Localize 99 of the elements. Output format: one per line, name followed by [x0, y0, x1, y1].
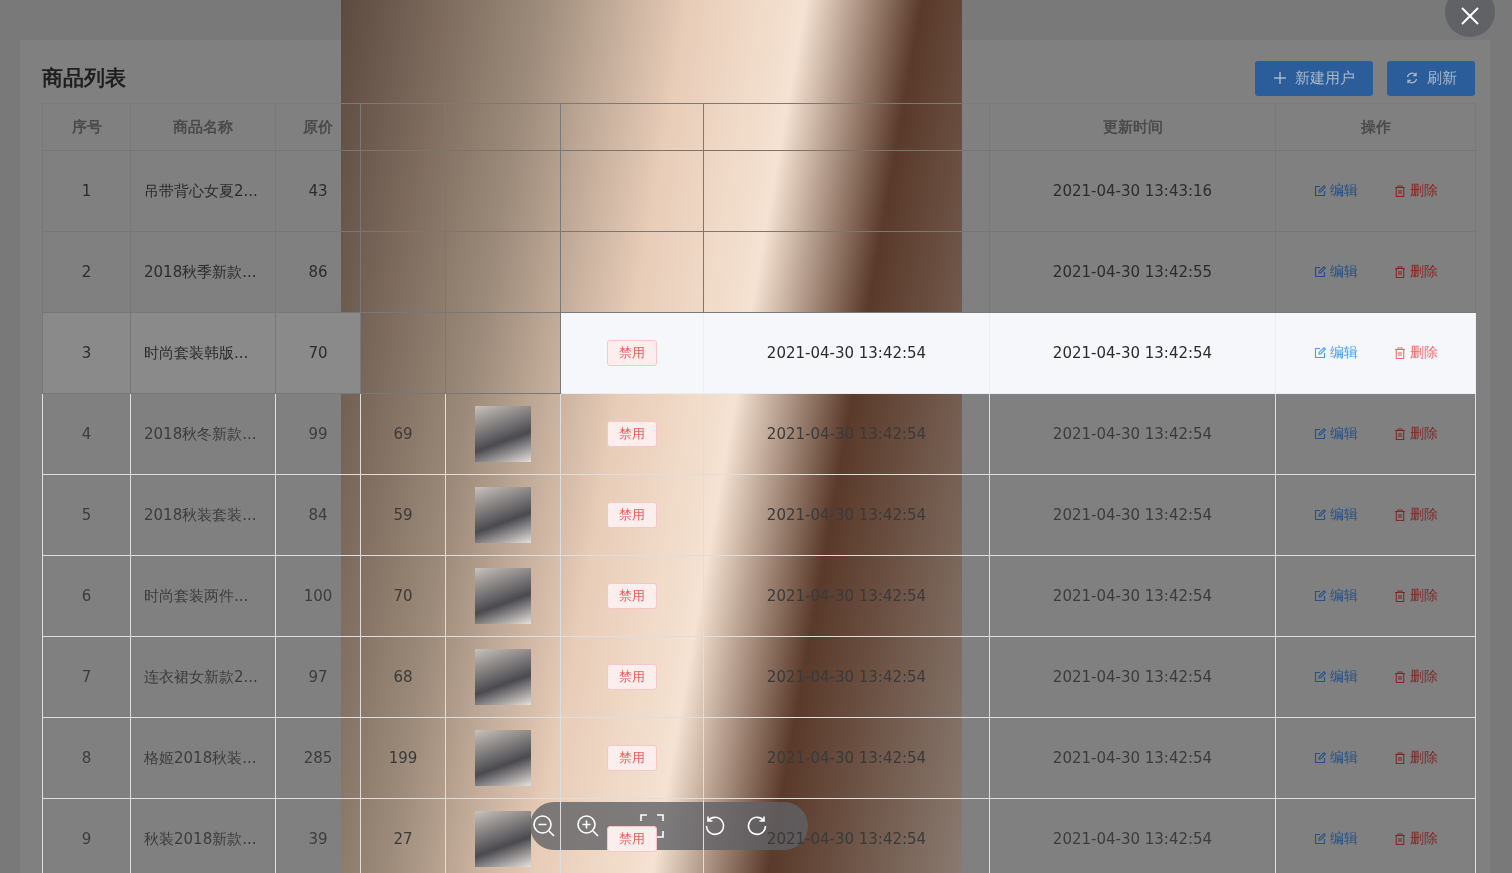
table-cell: 2021-04-30 13:42:55	[1052, 263, 1213, 281]
trash-icon	[1393, 590, 1406, 602]
close-icon	[1461, 7, 1479, 25]
table-cell: 97	[308, 668, 328, 686]
table-cell: 秋装2018新款...	[144, 829, 257, 848]
table-cell: 格姬2018秋装...	[144, 748, 257, 767]
table-cell: 时尚套装两件...	[144, 586, 249, 605]
edit-icon	[1313, 752, 1326, 764]
table-cell: 285	[303, 749, 333, 767]
edit-icon	[1313, 671, 1326, 683]
edit-link[interactable]: 编辑	[1313, 830, 1358, 848]
table-cell: 2018秋装套装...	[144, 505, 257, 524]
trash-icon	[1393, 428, 1406, 440]
status-tag: 禁用	[607, 664, 657, 690]
edit-link[interactable]: 编辑	[1313, 344, 1358, 362]
zoom-in-icon[interactable]	[576, 814, 600, 838]
trash-icon	[1393, 509, 1406, 521]
edit-link[interactable]: 编辑	[1313, 506, 1358, 524]
trash-icon	[1393, 185, 1406, 197]
rotate-right-icon[interactable]	[746, 815, 768, 837]
table-cell: 199	[388, 749, 418, 767]
table-cell: 100	[303, 587, 333, 605]
edit-link[interactable]: 编辑	[1313, 587, 1358, 605]
edit-icon	[1313, 590, 1326, 602]
edit-link[interactable]: 编辑	[1313, 182, 1358, 200]
table-cell: 5	[81, 506, 92, 524]
new-user-button[interactable]: 新建用户	[1255, 60, 1373, 96]
table-cell: 4	[81, 425, 92, 443]
edit-icon	[1313, 833, 1326, 845]
table-cell: 8	[81, 749, 92, 767]
trash-icon	[1393, 671, 1406, 683]
status-tag: 禁用	[607, 340, 657, 366]
table-cell: 70	[393, 587, 413, 605]
table-cell: 27	[393, 830, 413, 848]
delete-link[interactable]: 删除	[1393, 182, 1438, 200]
edit-icon	[1313, 266, 1326, 278]
close-button[interactable]	[1445, 0, 1495, 37]
table-cell: 2021-04-30 13:42:54	[1052, 344, 1213, 362]
table-cell: 2021-04-30 13:42:54	[1052, 425, 1213, 443]
table-cell: 9	[81, 830, 92, 848]
delete-link[interactable]: 删除	[1393, 587, 1438, 605]
table-cell: 2021-04-30 13:42:54	[1052, 506, 1213, 524]
edit-link[interactable]: 编辑	[1313, 263, 1358, 281]
rotate-left-icon[interactable]	[704, 815, 726, 837]
table-cell: 2021-04-30 13:42:54	[766, 344, 927, 362]
table-cell: 84	[308, 506, 328, 524]
table-cell: 7	[81, 668, 92, 686]
table-cell: 69	[393, 425, 413, 443]
page-title: 商品列表	[42, 65, 126, 92]
table-cell: 2021-04-30 13:42:54	[1052, 668, 1213, 686]
table-cell: 70	[308, 344, 328, 362]
table-cell: 86	[308, 263, 328, 281]
table-cell: 吊带背心女夏2...	[144, 181, 258, 200]
delete-link[interactable]: 删除	[1393, 668, 1438, 686]
table-cell: 68	[393, 668, 413, 686]
status-tag: 禁用	[607, 421, 657, 447]
table-cell: 2	[81, 263, 92, 281]
trash-icon	[1393, 347, 1406, 359]
edit-icon	[1313, 428, 1326, 440]
table-cell: 2021-04-30 13:43:16	[1052, 182, 1213, 200]
table-cell: 1	[81, 182, 92, 200]
delete-link[interactable]: 删除	[1393, 425, 1438, 443]
table-cell: 99	[308, 425, 328, 443]
table-cell: 43	[308, 182, 328, 200]
table-cell: 2018秋季新款...	[144, 262, 257, 281]
table-cell: 2021-04-30 13:42:54	[1052, 830, 1213, 848]
refresh-button[interactable]: 刷新	[1387, 60, 1475, 96]
table-cell: 59	[393, 506, 413, 524]
edit-link[interactable]: 编辑	[1313, 425, 1358, 443]
status-tag: 禁用	[607, 745, 657, 771]
table-cell: 2021-04-30 13:42:54	[1052, 587, 1213, 605]
table-cell: 2021-04-30 13:42:54	[766, 668, 927, 686]
edit-link[interactable]: 编辑	[1313, 749, 1358, 767]
edit-icon	[1313, 347, 1326, 359]
delete-link[interactable]: 删除	[1393, 830, 1438, 848]
table-cell: 2021-04-30 13:42:54	[766, 749, 927, 767]
edit-icon	[1313, 185, 1326, 197]
status-tag: 禁用	[607, 583, 657, 609]
delete-link[interactable]: 删除	[1393, 344, 1438, 362]
edit-icon	[1313, 509, 1326, 521]
table-cell: 2021-04-30 13:42:54	[1052, 749, 1213, 767]
delete-link[interactable]: 删除	[1393, 506, 1438, 524]
delete-link[interactable]: 删除	[1393, 749, 1438, 767]
status-tag: 禁用	[607, 502, 657, 528]
delete-link[interactable]: 删除	[1393, 263, 1438, 281]
table-cell: 3	[81, 344, 92, 362]
table-cell: 39	[308, 830, 328, 848]
refresh-icon	[1405, 71, 1419, 85]
table-cell: 6	[81, 587, 92, 605]
trash-icon	[1393, 833, 1406, 845]
table-cell: 连衣裙女新款2...	[144, 667, 258, 686]
edit-link[interactable]: 编辑	[1313, 668, 1358, 686]
table-cell: 时尚套装韩版...	[144, 343, 249, 362]
plus-icon	[1273, 71, 1287, 85]
status-tag: 禁用	[607, 826, 657, 852]
zoom-out-icon[interactable]	[532, 814, 556, 838]
table-cell: 2018秋冬新款...	[144, 424, 257, 443]
trash-icon	[1393, 266, 1406, 278]
trash-icon	[1393, 752, 1406, 764]
